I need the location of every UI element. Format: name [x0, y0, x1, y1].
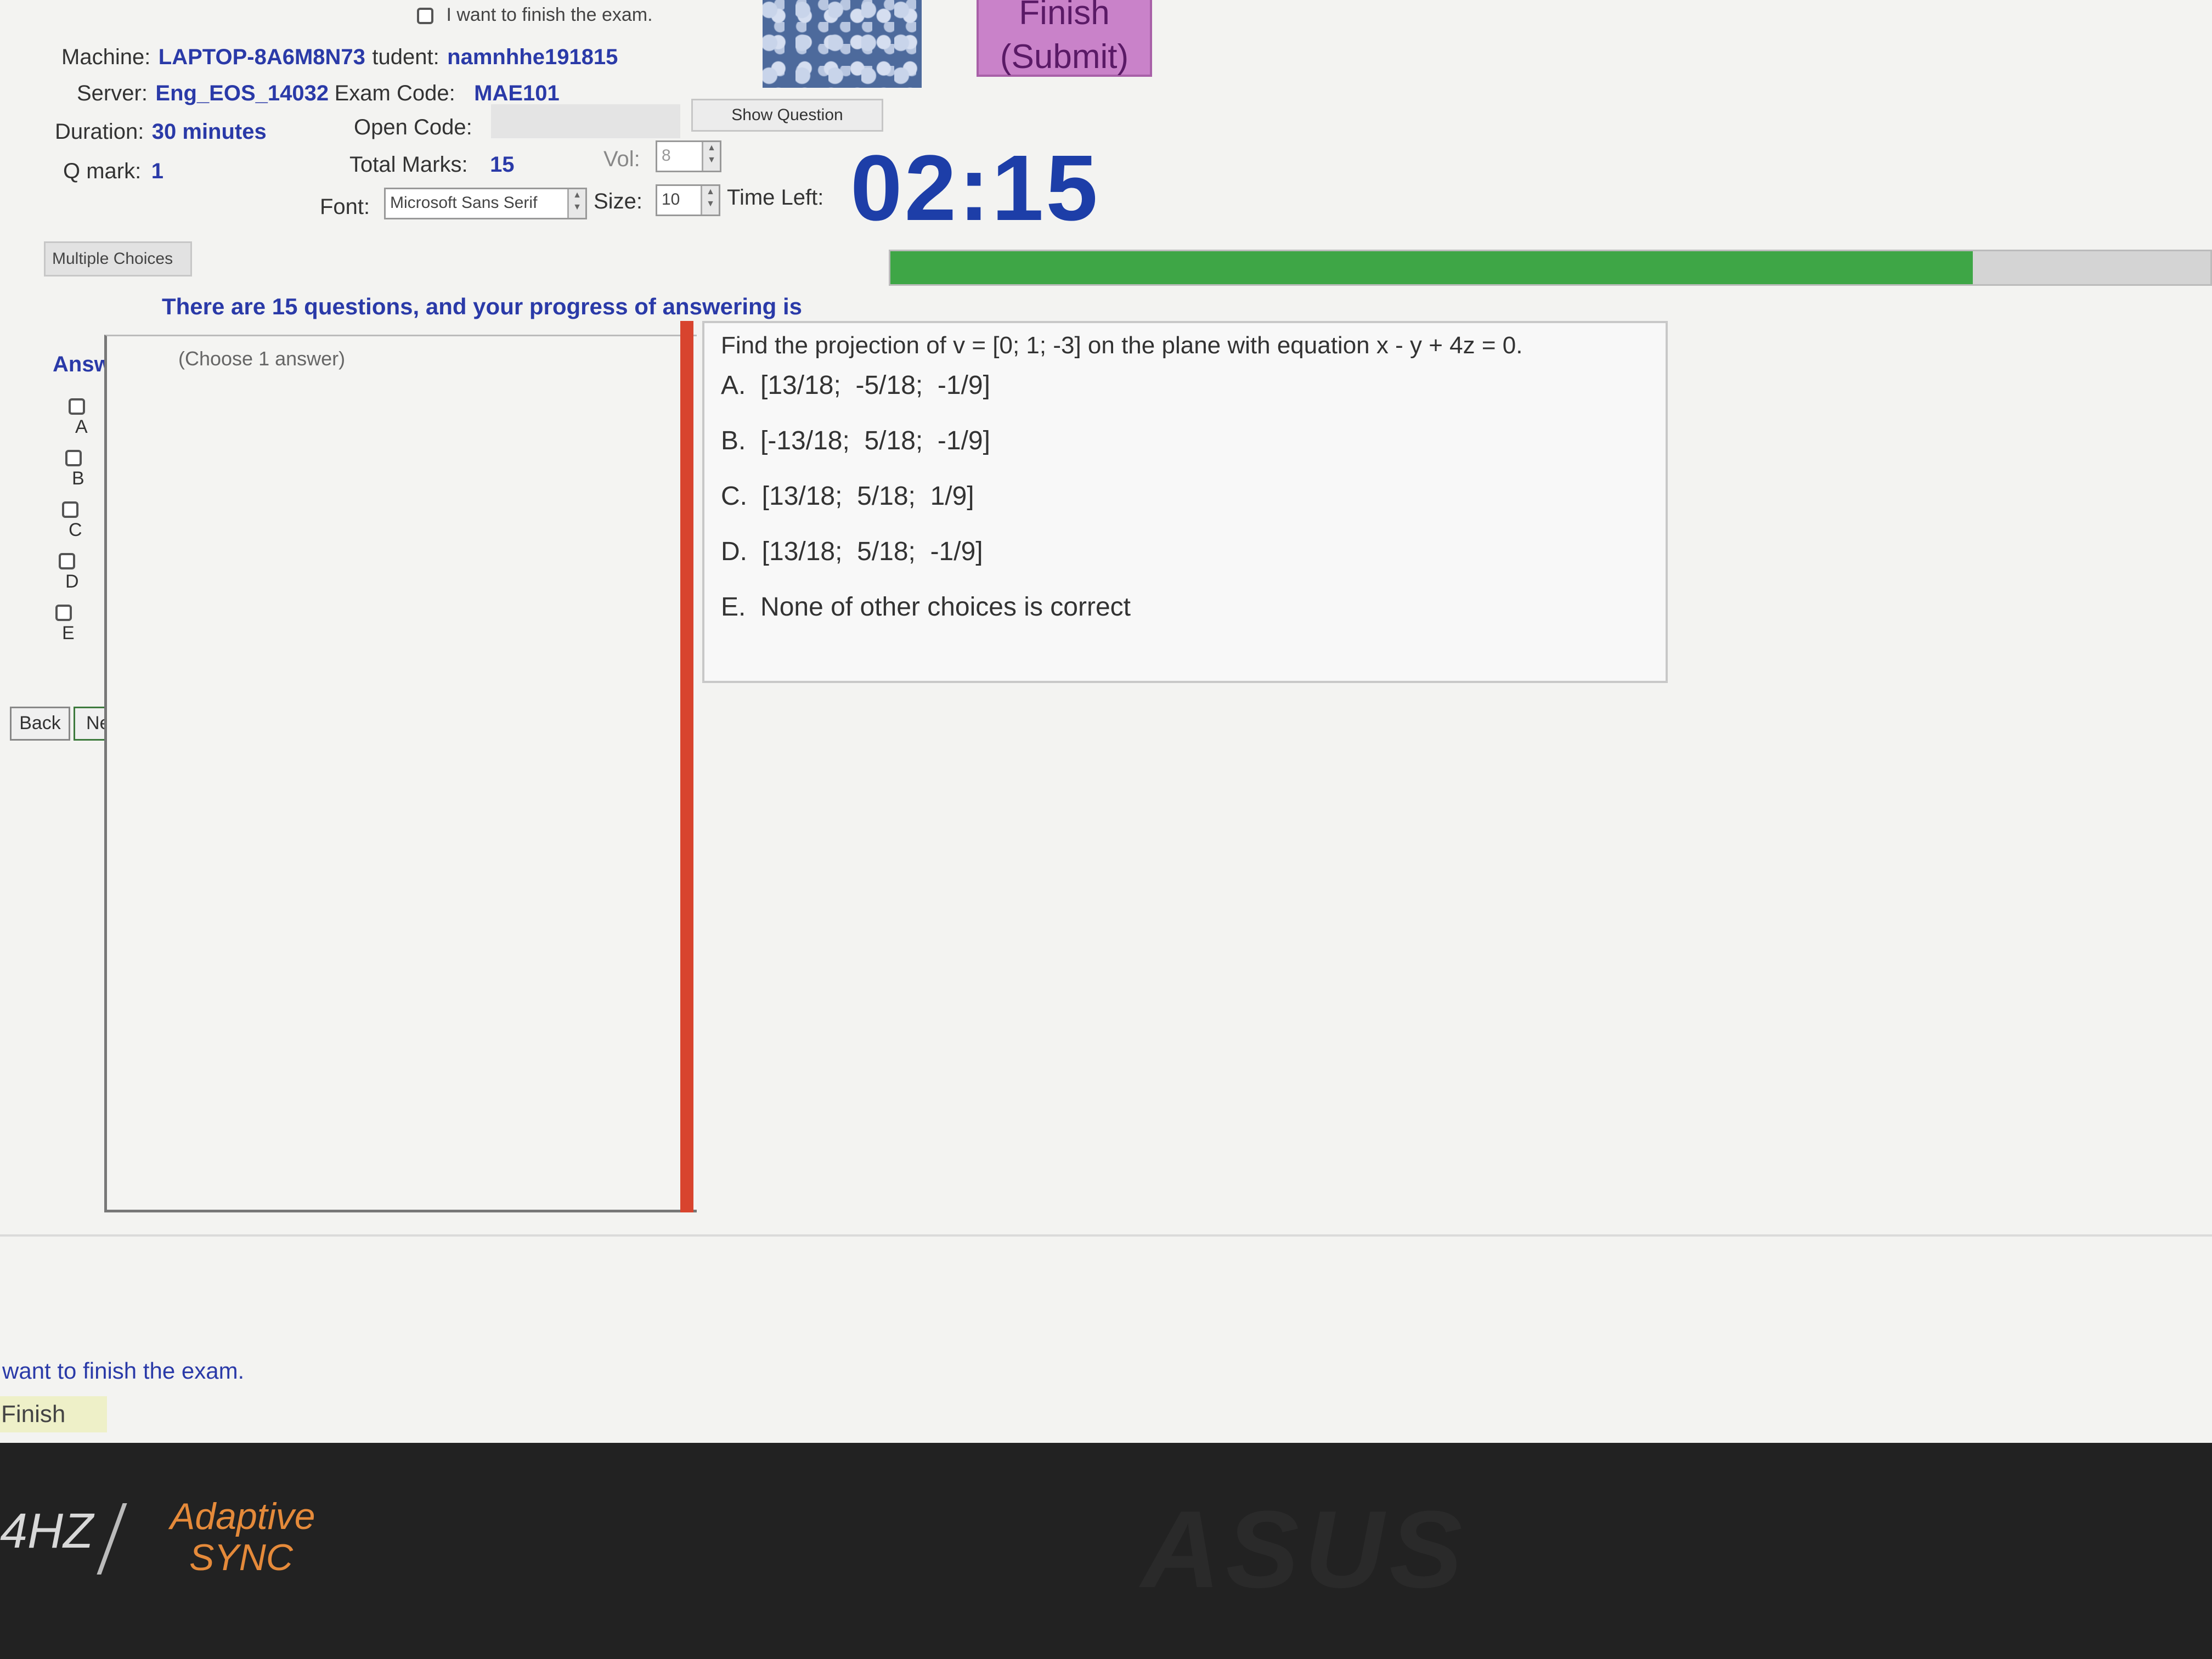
open-code-label: Open Code:	[354, 115, 472, 139]
finish-exam-checkbox-row[interactable]: I want to finish the exam.	[417, 4, 653, 26]
answer-option-label: A	[75, 416, 88, 437]
time-left-label: Time Left:	[727, 185, 824, 210]
choice-c: C. [13/18; 5/18; 1/9]	[721, 482, 974, 511]
answer-option-label: E	[62, 623, 75, 644]
panel-divider[interactable]	[680, 321, 693, 1212]
volume-spinner[interactable]: 8 ▲ ▼	[656, 140, 721, 172]
qmark-value: 1	[151, 159, 163, 183]
footer-finish-button[interactable]: Finish	[0, 1396, 107, 1432]
font-select[interactable]: Microsoft Sans Serif ▲ ▼	[384, 188, 587, 219]
duration-label: Duration:	[55, 120, 144, 144]
answer-option-a[interactable]: A	[69, 395, 88, 438]
decorative-texture-image	[763, 0, 922, 88]
refresh-rate-label: 4HZ	[0, 1504, 94, 1559]
adaptive-sync-line1: Adaptive	[170, 1496, 315, 1537]
show-question-button[interactable]: Show Question	[691, 99, 883, 132]
open-code-input[interactable]	[491, 104, 680, 138]
size-label: Size:	[594, 189, 642, 213]
duration-row: Duration: 30 minutes	[55, 120, 267, 144]
bezel-slash	[97, 1503, 127, 1575]
qmark-label: Q mark:	[63, 159, 142, 183]
answer-option-d[interactable]: D	[59, 550, 79, 592]
open-code-row: Open Code:	[354, 115, 472, 140]
spin-arrows-icon[interactable]: ▲ ▼	[702, 142, 720, 171]
answer-option-label: D	[65, 571, 79, 592]
machine-value: LAPTOP-8A6M8N73	[158, 45, 365, 69]
finish-submit-line1: Finish	[1019, 0, 1110, 32]
answer-checkbox[interactable]	[55, 605, 72, 622]
machine-row: Machine: LAPTOP-8A6M8N73 tudent: namnhhe…	[61, 45, 618, 70]
size-spin-arrows-icon[interactable]: ▲ ▼	[701, 186, 719, 215]
font-label: Font:	[320, 195, 370, 219]
finish-submit-button[interactable]: Finish (Submit)	[977, 0, 1152, 77]
question-choices: A. [13/18; -5/18; -1/9] B. [-13/18; 5/18;…	[704, 359, 1666, 622]
volume-label: Vol:	[603, 147, 640, 171]
choice-b: B. [-13/18; 5/18; -1/9]	[721, 426, 990, 455]
student-label: tudent:	[372, 45, 439, 69]
answer-checkbox[interactable]	[59, 553, 75, 570]
size-spinner[interactable]: 10 ▲ ▼	[656, 184, 720, 216]
back-button[interactable]: Back	[10, 707, 70, 741]
choose-hint: (Choose 1 answer)	[178, 347, 346, 370]
exam-code-label: Exam Code:	[334, 81, 455, 105]
answer-option-e[interactable]: E	[55, 601, 75, 644]
progress-bar	[889, 250, 2212, 286]
time-left-row: Time Left:	[727, 185, 823, 210]
choice-a: A. [13/18; -5/18; -1/9]	[721, 371, 990, 400]
exam-window: I want to finish the exam. Finish (Submi…	[0, 0, 2212, 1443]
answer-option-label: C	[69, 520, 82, 540]
duration-value: 30 minutes	[151, 120, 267, 144]
choice-d: D. [13/18; 5/18; -1/9]	[721, 537, 983, 566]
answer-checkbox[interactable]	[62, 501, 78, 518]
asus-logo: ASUS	[1141, 1488, 1468, 1611]
server-row: Server: Eng_EOS_14032 Exam Code: MAE101	[77, 81, 560, 106]
total-marks-label: Total Marks:	[349, 153, 468, 177]
server-value: Eng_EOS_14032	[155, 81, 329, 105]
size-value: 10	[662, 190, 680, 208]
font-value: Microsoft Sans Serif	[390, 194, 538, 212]
answer-panel: (Choose 1 answer)	[104, 335, 697, 1212]
answer-option-label: B	[72, 468, 84, 489]
volume-row: Vol:	[603, 147, 640, 172]
volume-value: 8	[662, 146, 671, 165]
time-left-timer: 02:15	[850, 136, 1100, 240]
choice-e: E. None of other choices is correct	[721, 592, 1131, 622]
answer-checkbox[interactable]	[69, 398, 85, 415]
adaptive-sync-line2: SYNC	[189, 1537, 293, 1578]
footer-finish-label: want to finish the exam.	[2, 1358, 245, 1384]
server-label: Server:	[77, 81, 148, 105]
laptop-bezel: 4HZ Adaptive SYNC ASUS	[0, 1443, 2212, 1659]
answer-option-b[interactable]: B	[65, 447, 84, 489]
machine-label: Machine:	[61, 45, 151, 69]
font-spin-arrows-icon[interactable]: ▲ ▼	[567, 189, 585, 218]
tab-multiple-choices[interactable]: Multiple Choices	[44, 241, 192, 276]
question-panel: Find the projection of v = [0; 1; -3] on…	[702, 321, 1668, 683]
question-text: Find the projection of v = [0; 1; -3] on…	[721, 332, 1523, 359]
font-row: Font:	[320, 195, 370, 219]
total-marks-value: 15	[490, 153, 515, 177]
size-row: Size:	[594, 189, 642, 214]
progress-fill	[890, 251, 1973, 284]
qmark-row: Q mark: 1	[63, 159, 163, 184]
student-value: namnhhe191815	[447, 45, 618, 69]
finish-submit-line2: (Submit)	[1000, 38, 1129, 76]
divider-line	[0, 1234, 2212, 1237]
finish-exam-checkbox[interactable]	[417, 8, 433, 25]
progress-text: There are 15 questions, and your progres…	[162, 294, 802, 319]
exam-code-value: MAE101	[474, 81, 560, 105]
answer-checkbox[interactable]	[65, 450, 82, 467]
total-marks-row: Total Marks: 15	[349, 153, 515, 177]
answer-option-c[interactable]: C	[62, 498, 82, 541]
finish-exam-label: I want to finish the exam.	[446, 4, 653, 25]
